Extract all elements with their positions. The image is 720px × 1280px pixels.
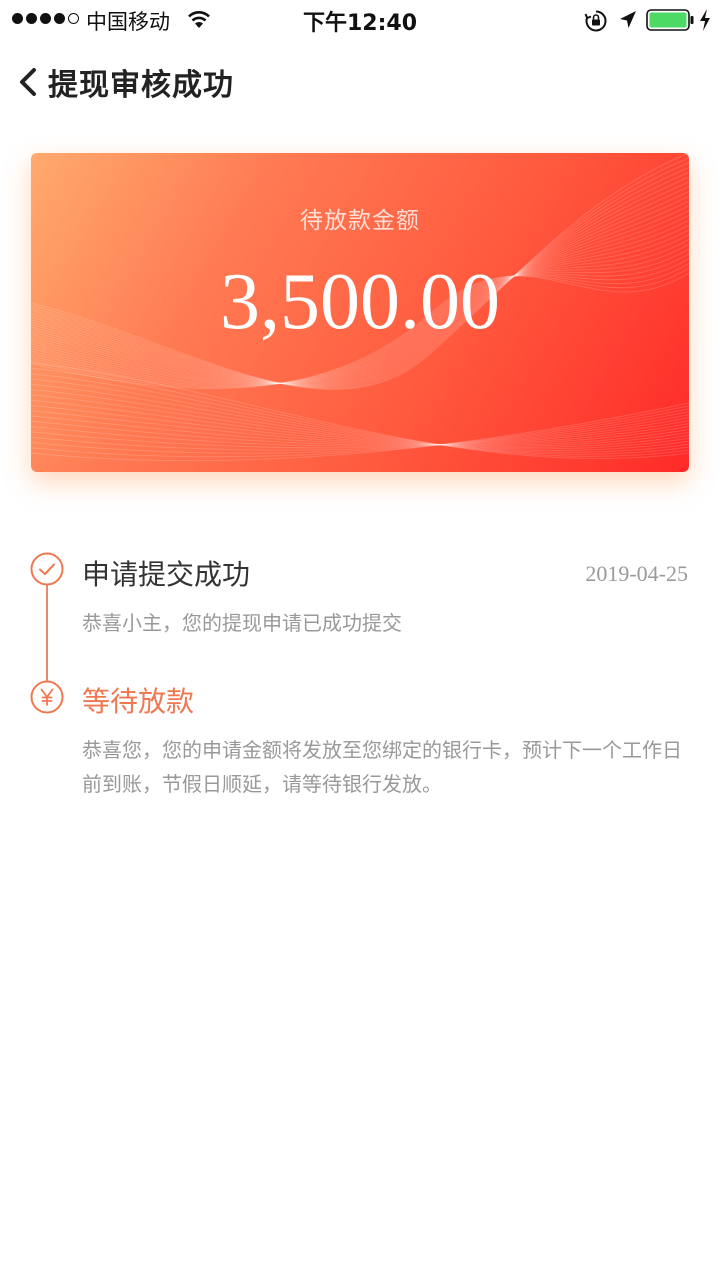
- page-title: 提现审核成功: [48, 68, 234, 103]
- step-title: 等待放款: [82, 685, 195, 718]
- pending-amount-label: 待放款金额: [300, 208, 420, 234]
- charging-bolt-icon: [700, 9, 710, 31]
- pending-amount-value: 3,500.00: [220, 258, 500, 346]
- step-description: 恭喜小主，您的提现申请已成功提交: [82, 611, 402, 635]
- step-description: 恭喜您，您的申请金额将发放至您绑定的银行卡，预计下一个工作日前到账，节假日顺延，…: [82, 738, 682, 796]
- battery-icon: [646, 9, 694, 31]
- check-icon: [30, 552, 64, 586]
- step-date: 2019-04-25: [585, 561, 688, 586]
- back-chevron-icon[interactable]: [16, 64, 40, 100]
- yen-icon: [30, 680, 64, 714]
- status-bar: 中国移动 下午12:40: [0, 0, 720, 40]
- pending-amount-card: 待放款金额 3,500.00: [31, 153, 689, 472]
- status-time: 下午12:40: [302, 11, 418, 36]
- rotation-lock-icon: [584, 10, 607, 32]
- step-title: 申请提交成功: [82, 558, 251, 591]
- nav-bar: 提现审核成功: [0, 56, 720, 108]
- location-arrow-icon: [620, 11, 636, 28]
- timeline-connector: [46, 583, 48, 683]
